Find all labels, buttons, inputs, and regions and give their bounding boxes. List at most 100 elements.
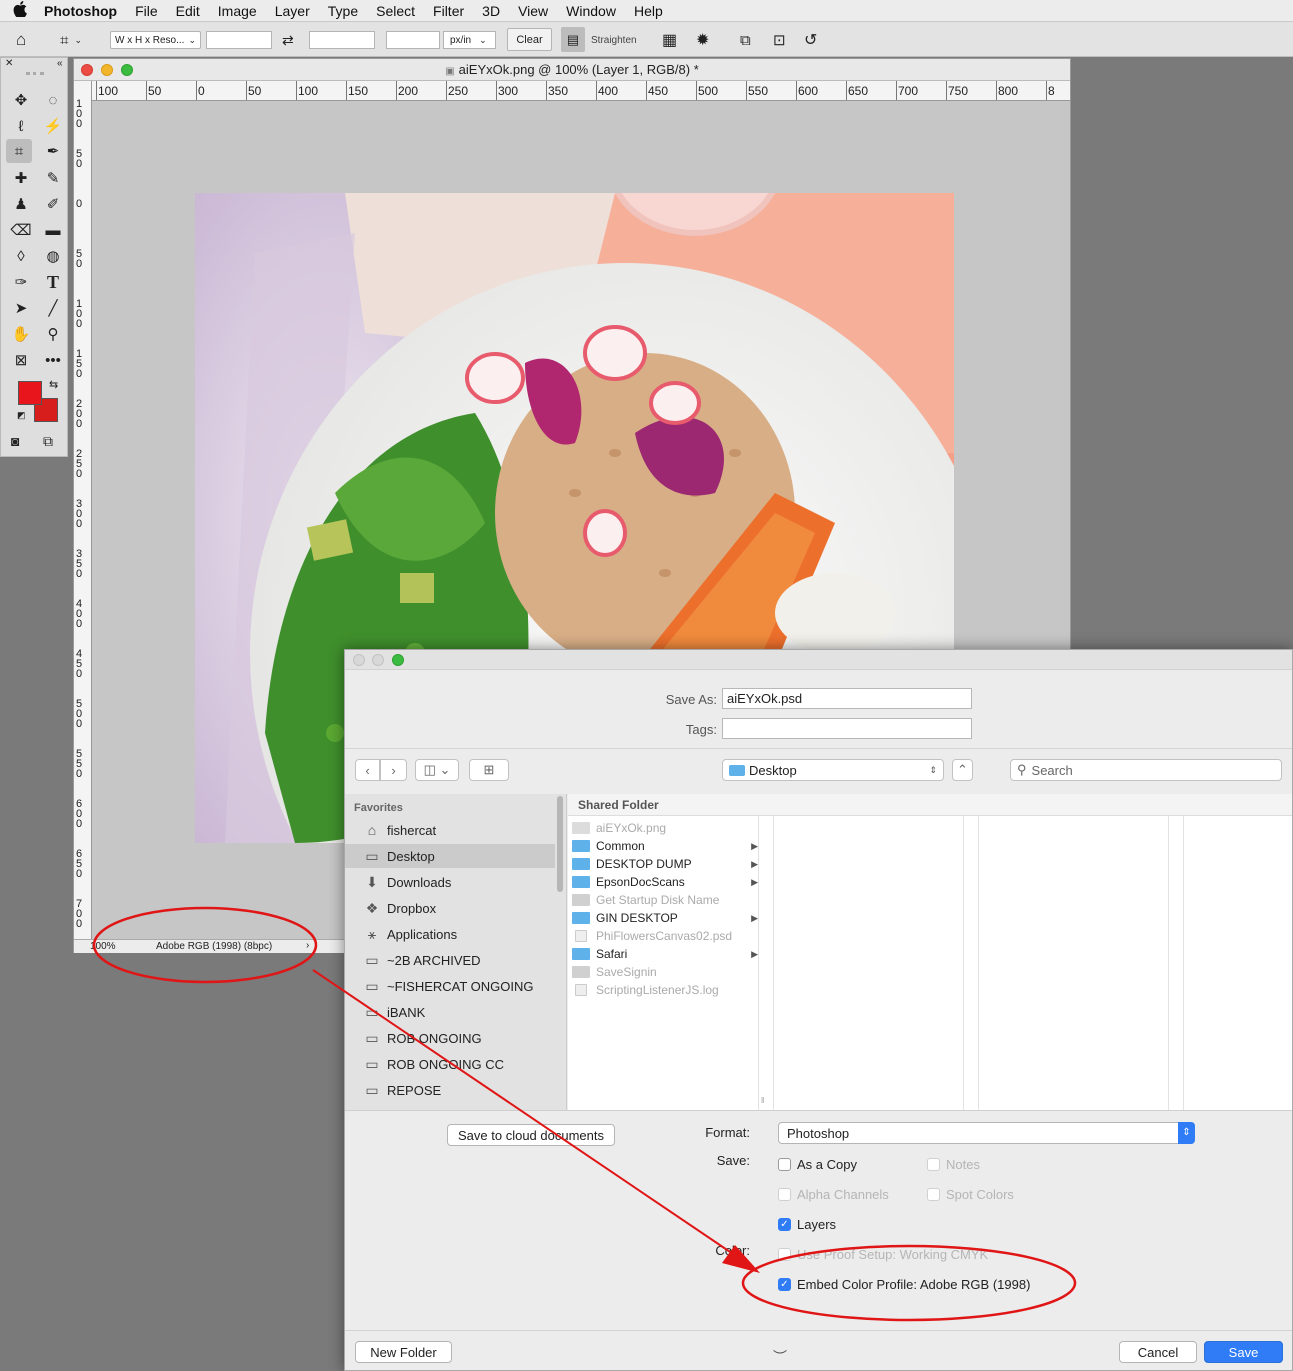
sidebar-item[interactable]: ▭ REPOSE — [345, 1078, 555, 1102]
new-folder-button[interactable]: New Folder — [355, 1341, 452, 1363]
eyedropper-icon[interactable]: ✒ — [40, 139, 66, 163]
close-panel-icon[interactable]: ✕ — [5, 58, 13, 69]
status-menu-chevron-icon[interactable]: › — [306, 940, 309, 951]
as-copy-checkbox[interactable]: As a Copy — [778, 1155, 857, 1173]
commit-crop-icon[interactable]: ⊡ — [773, 30, 786, 50]
sidebar-item[interactable]: ⬇ Downloads — [345, 870, 555, 894]
line-tool-icon[interactable]: ╱ — [40, 296, 66, 320]
file-row[interactable]: Get Startup Disk Name — [572, 891, 758, 909]
search-field[interactable]: ⚲ Search — [1010, 759, 1282, 781]
zoom-tool-icon[interactable]: ⚲ — [40, 322, 66, 346]
hand-tool-icon[interactable]: ✋ — [8, 322, 34, 346]
horizontal-ruler[interactable]: 100 50 0 50 100 150 200 250 300 350 400 450 500 550 60… — [92, 81, 1070, 101]
sidebar-scrollbar[interactable] — [557, 796, 563, 892]
straighten-icon[interactable]: ▤ — [561, 27, 585, 52]
column-divider[interactable] — [758, 816, 759, 1110]
lasso-tool-icon[interactable]: ℓ — [8, 114, 34, 138]
cancel-button[interactable]: Cancel — [1119, 1341, 1197, 1363]
file-row[interactable]: PhiFlowersCanvas02.psd — [572, 927, 758, 945]
default-colors-icon[interactable]: ◩ — [17, 410, 26, 421]
document-title-bar[interactable]: ▣ aiEYxOk.png @ 100% (Layer 1, RGB/8) * — [74, 59, 1070, 81]
minimize-window-icon[interactable] — [101, 64, 113, 76]
column-divider[interactable] — [963, 816, 964, 1110]
pen-tool-icon[interactable]: ✑ — [8, 270, 34, 294]
color-profile-status[interactable]: Adobe RGB (1998) (8bpc) — [156, 941, 272, 952]
location-popup[interactable]: Desktop ⇕ — [722, 759, 944, 781]
reset-icon[interactable]: ↺ — [804, 30, 817, 50]
menu-view[interactable]: View — [509, 3, 557, 19]
more-tools-icon[interactable]: ••• — [40, 348, 66, 372]
sidebar-item[interactable]: ▭ ROB ONGOING CC — [345, 1052, 555, 1076]
magic-wand-icon[interactable]: ⚡ — [40, 114, 66, 138]
layers-checkbox[interactable]: ✓ Layers — [778, 1215, 836, 1233]
file-row[interactable]: aiEYxOk.png — [572, 819, 758, 837]
file-row[interactable]: Safari ▶ — [572, 945, 758, 963]
dodge-tool-icon[interactable]: ◍ — [40, 244, 66, 268]
history-brush-icon[interactable]: ✐ — [40, 192, 66, 216]
menu-help[interactable]: Help — [625, 3, 672, 19]
path-selection-icon[interactable]: ➤ — [8, 296, 34, 320]
crop-tool-icon[interactable]: ⌗ ⌄ — [60, 30, 82, 50]
width-input[interactable] — [206, 31, 272, 49]
menu-image[interactable]: Image — [209, 3, 266, 19]
minimize-dialog-icon[interactable] — [372, 654, 384, 666]
menu-type[interactable]: Type — [319, 3, 367, 19]
column-resize-handle-icon[interactable]: ‖ — [761, 1096, 764, 1105]
sidebar-item[interactable]: ▭ iBANK — [345, 1000, 555, 1024]
sidebar-item[interactable]: ▭ ~FISHERCAT ONGOING — [345, 974, 555, 998]
zoom-level[interactable]: 100% — [90, 941, 116, 952]
menu-select[interactable]: Select — [367, 3, 424, 19]
resolution-input[interactable] — [386, 31, 440, 49]
sidebar-item[interactable]: ⚹ Applications — [345, 922, 555, 946]
ratio-preset-select[interactable]: W x H x Reso... ⌄ — [110, 31, 201, 49]
panel-grip[interactable] — [26, 72, 44, 75]
swap-colors-icon[interactable]: ⇆ — [49, 378, 58, 391]
crop-tool-icon[interactable]: ⌗ — [6, 139, 32, 163]
menu-app-name[interactable]: Photoshop — [40, 3, 126, 19]
menu-3d[interactable]: 3D — [473, 3, 509, 19]
proof-setup-checkbox[interactable]: Use Proof Setup: Working CMYK — [778, 1245, 988, 1263]
save-to-cloud-button[interactable]: Save to cloud documents — [447, 1124, 615, 1146]
alpha-channels-checkbox[interactable]: Alpha Channels — [778, 1185, 889, 1203]
file-row[interactable]: Common ▶ — [572, 837, 758, 855]
swap-icon[interactable]: ⇄ — [282, 30, 294, 50]
apple-icon[interactable] — [0, 0, 40, 21]
type-tool-icon[interactable]: T — [40, 270, 66, 294]
new-folder-icon[interactable]: ⊞ — [469, 759, 509, 781]
sidebar-item[interactable]: ▭ ROB ONGOING — [345, 1026, 555, 1050]
home-icon[interactable]: ⌂ — [16, 30, 26, 50]
save-button[interactable]: Save — [1204, 1341, 1283, 1363]
menu-filter[interactable]: Filter — [424, 3, 473, 19]
content-aware-crop-icon[interactable]: ⧉ — [740, 30, 751, 50]
gear-icon[interactable]: ✹ — [696, 30, 709, 50]
sidebar-item[interactable]: ❖ Dropbox — [345, 896, 555, 920]
zoom-window-icon[interactable] — [121, 64, 133, 76]
menu-file[interactable]: File — [126, 3, 167, 19]
file-row[interactable]: SaveSignin — [572, 963, 758, 981]
straighten-label[interactable]: Straighten — [591, 30, 637, 50]
menu-window[interactable]: Window — [557, 3, 625, 19]
marquee-tool-icon[interactable]: ◌ — [40, 88, 66, 112]
close-window-icon[interactable] — [81, 64, 93, 76]
menu-edit[interactable]: Edit — [167, 3, 209, 19]
screen-mode-icon[interactable]: ⧉ — [43, 433, 53, 450]
spot-colors-checkbox[interactable]: Spot Colors — [927, 1185, 1014, 1203]
file-row[interactable]: GIN DESKTOP ▶ — [572, 909, 758, 927]
expand-collapse-icon[interactable]: ⌃ — [952, 759, 973, 781]
frame-tool-icon[interactable]: ⊠ — [8, 348, 34, 372]
file-row[interactable]: ScriptingListenerJS.log — [572, 981, 758, 999]
menu-layer[interactable]: Layer — [266, 3, 319, 19]
gradient-icon[interactable]: ▬ — [40, 218, 66, 242]
clone-stamp-icon[interactable]: ♟ — [8, 192, 34, 216]
sidebar-item[interactable]: ▭ ~2B ARCHIVED — [345, 948, 555, 972]
zoom-dialog-icon[interactable] — [392, 654, 404, 666]
sidebar-item[interactable]: ▭ Desktop — [345, 844, 555, 868]
overlay-grid-icon[interactable]: ▦ — [662, 30, 677, 50]
file-row[interactable]: EpsonDocScans ▶ — [572, 873, 758, 891]
tags-input[interactable] — [722, 718, 972, 739]
eraser-icon[interactable]: ⌫ — [8, 218, 34, 242]
quick-mask-icon[interactable]: ◙ — [11, 433, 19, 449]
collapse-panel-icon[interactable]: « — [57, 58, 63, 69]
sidebar-item[interactable]: ⌂ fishercat — [345, 818, 555, 842]
filename-input[interactable]: aiEYxOk.psd — [722, 688, 972, 709]
